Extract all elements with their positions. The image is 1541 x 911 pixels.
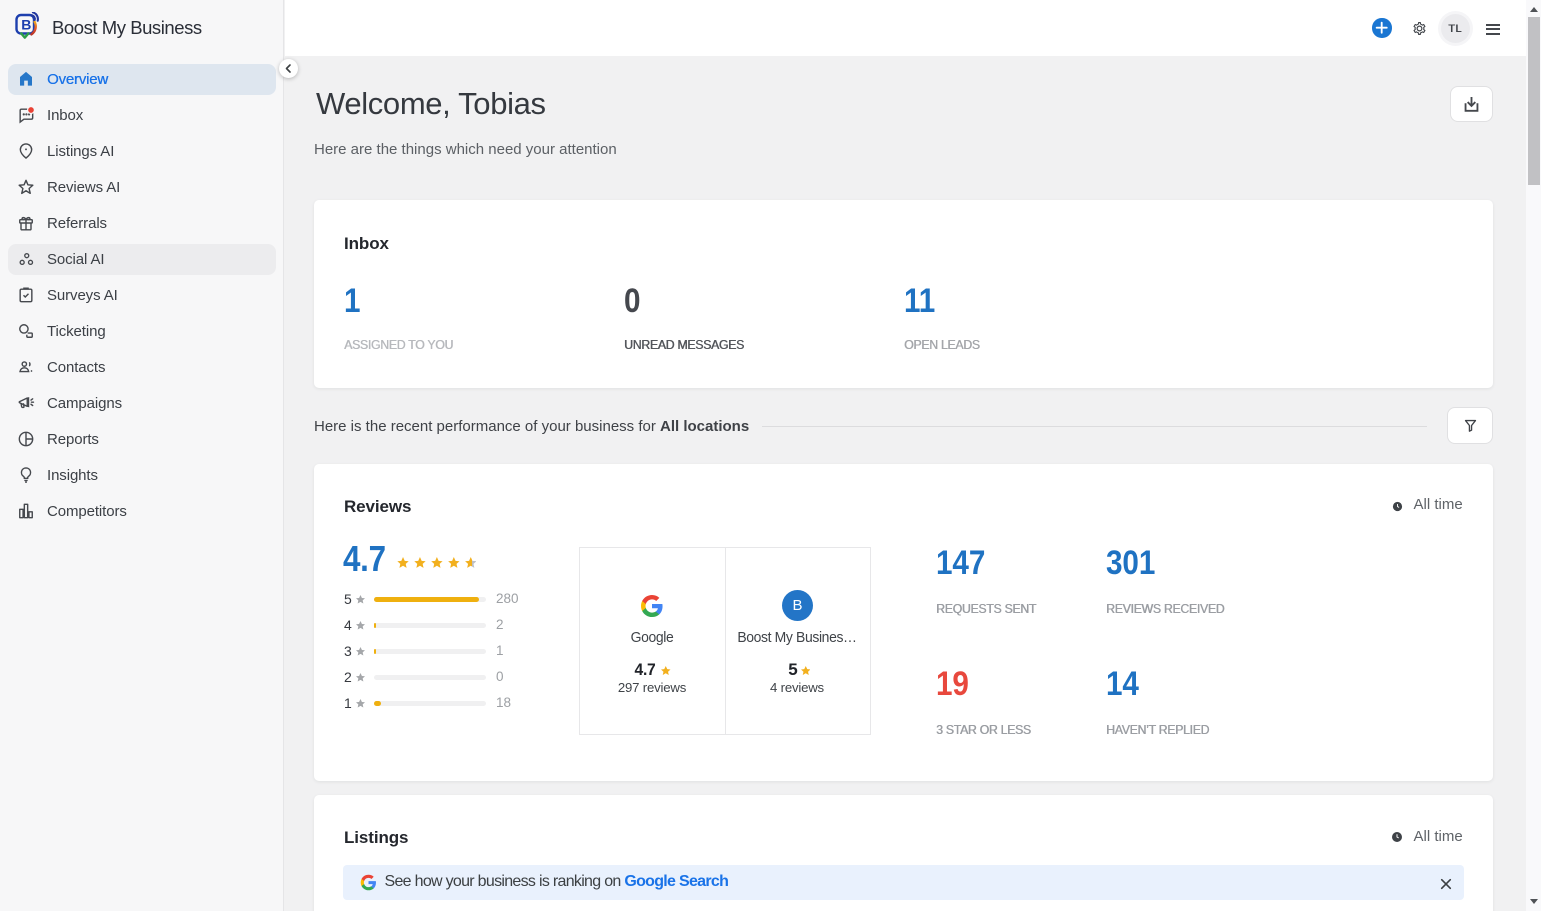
svg-text:B: B [21, 17, 31, 33]
